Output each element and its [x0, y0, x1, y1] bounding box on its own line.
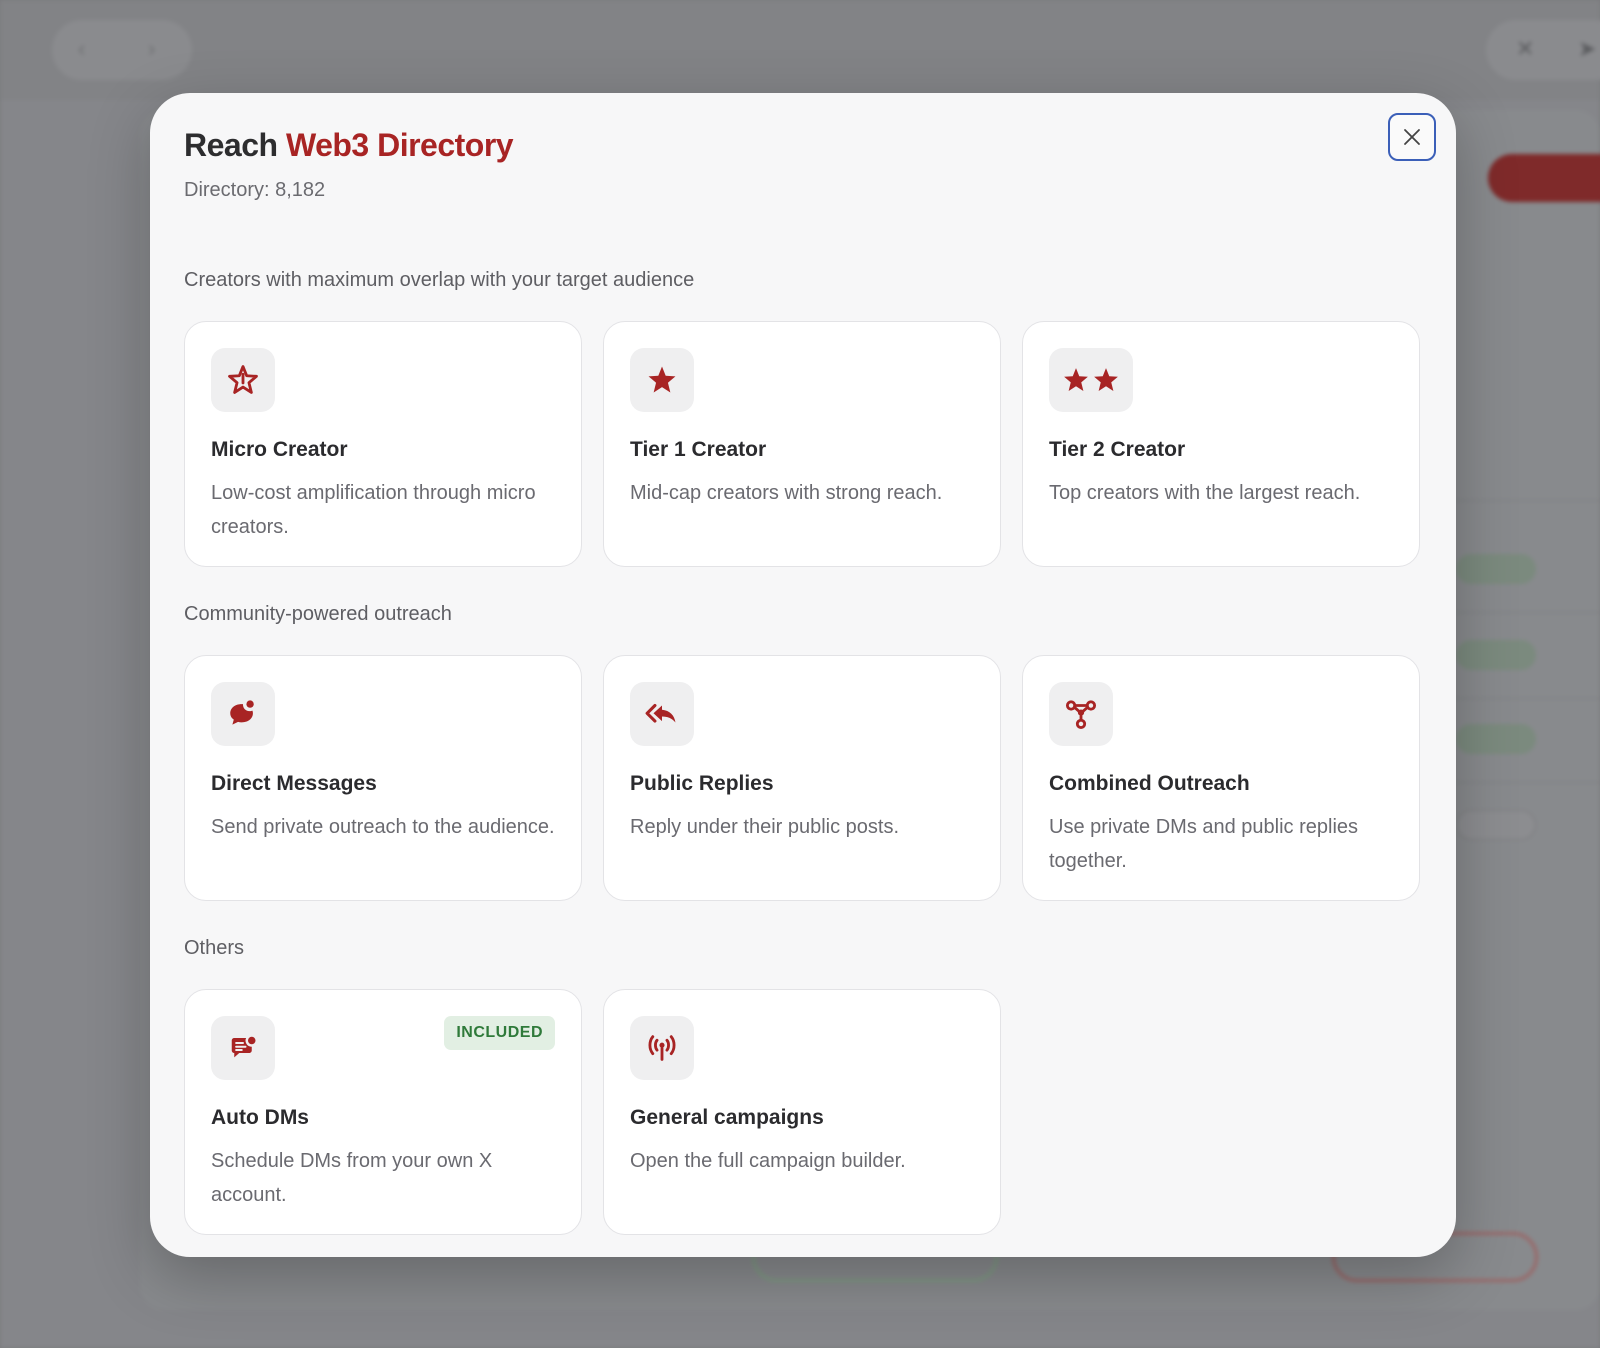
card-title: Micro Creator — [211, 438, 348, 461]
close-icon — [1404, 129, 1420, 145]
card-auto-dms[interactable]: INCLUDED Auto DMs Schedule DMs from your… — [184, 989, 582, 1235]
card-public-replies[interactable]: Public Replies Reply under their public … — [603, 655, 1001, 901]
card-description: Use private DMs and public replies toget… — [1049, 816, 1359, 872]
card-description: Mid-cap creators with strong reach. — [630, 482, 943, 504]
network-icon — [1049, 682, 1113, 746]
title-accent: Web3 Directory — [285, 127, 514, 163]
x-logo-icon: ✕ — [1516, 36, 1535, 61]
background-chip — [1456, 554, 1536, 584]
card-description: Top creators with the largest reach. — [1049, 482, 1361, 504]
card-title: Tier 2 Creator — [1049, 438, 1186, 461]
card-description: Reply under their public posts. — [630, 816, 900, 838]
background-launch-button — [1488, 154, 1600, 202]
broadcast-icon — [630, 1016, 694, 1080]
close-button[interactable] — [1388, 113, 1436, 161]
section-label-community: Community-powered outreach — [184, 603, 452, 625]
card-title: Public Replies — [630, 772, 774, 795]
card-general-campaigns[interactable]: General campaigns Open the full campaign… — [603, 989, 1001, 1235]
card-title: Combined Outreach — [1049, 772, 1250, 795]
section-label-creators: Creators with maximum overlap with your … — [184, 269, 695, 291]
forward-arrow-icon: › — [148, 36, 156, 61]
directory-count: Directory: 8,182 — [184, 179, 326, 201]
card-tier-1-creator[interactable]: Tier 1 Creator Mid-cap creators with str… — [603, 321, 1001, 567]
reply-all-icon — [630, 682, 694, 746]
card-title: Tier 1 Creator — [630, 438, 767, 461]
reach-directory-modal: Reach Web3 Directory Directory: 8,182 Cr… — [150, 93, 1456, 1257]
star-icon — [630, 348, 694, 412]
card-tier-2-creator[interactable]: Tier 2 Creator Top creators with the lar… — [1022, 321, 1420, 567]
background-topbar — [0, 0, 1600, 100]
star-outline-icon — [211, 348, 275, 412]
modal-title: Reach Web3 Directory — [184, 127, 514, 164]
card-description: Schedule DMs from your own X account. — [211, 1150, 493, 1206]
background-nav-pill — [52, 20, 192, 80]
card-title: General campaigns — [630, 1106, 824, 1129]
background-row-divider — [1450, 612, 1600, 613]
card-description: Open the full campaign builder. — [630, 1150, 906, 1172]
background-chip — [1456, 640, 1536, 670]
auto-message-icon — [211, 1016, 275, 1080]
background-row-divider — [1450, 698, 1600, 699]
card-description: Low-cost amplification through micro cre… — [211, 482, 536, 538]
background-chip — [1456, 724, 1536, 754]
title-prefix: Reach — [184, 127, 278, 163]
back-arrow-icon: ‹ — [78, 36, 86, 61]
included-badge: INCLUDED — [444, 1016, 555, 1050]
chat-bubble-icon — [211, 682, 275, 746]
background-row-divider — [1450, 500, 1600, 501]
card-title: Direct Messages — [211, 772, 377, 795]
section-label-others: Others — [184, 937, 245, 959]
send-icon: ➤ — [1578, 36, 1597, 61]
card-description: Send private outreach to the audience. — [211, 816, 555, 838]
background-chip — [1456, 810, 1536, 840]
card-micro-creator[interactable]: Micro Creator Low-cost amplification thr… — [184, 321, 582, 567]
two-stars-icon — [1049, 348, 1133, 412]
card-combined-outreach[interactable]: Combined Outreach Use private DMs and pu… — [1022, 655, 1420, 901]
background-row-divider — [1450, 782, 1600, 783]
card-title: Auto DMs — [211, 1106, 309, 1129]
card-direct-messages[interactable]: Direct Messages Send private outreach to… — [184, 655, 582, 901]
